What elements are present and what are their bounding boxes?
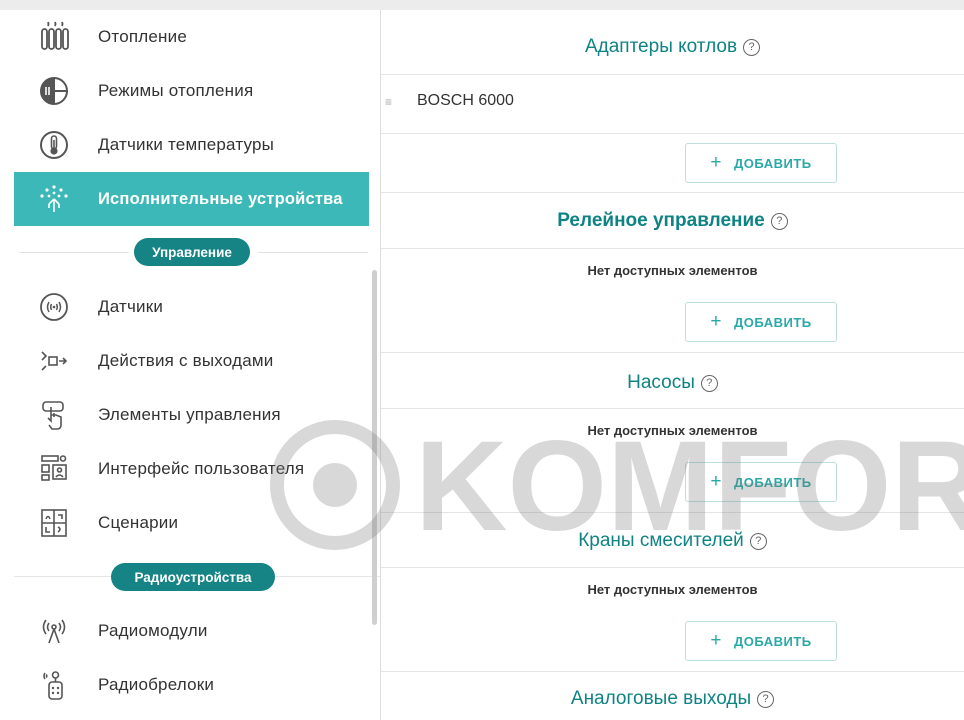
divider [381,408,964,409]
section-control: Управление [14,238,369,268]
sidebar-item-label: Радиомодули [98,621,208,640]
section-title-mixer-valves: Краны смесителей? [381,530,964,552]
divider [381,192,964,193]
sidebar-item-label: Элементы управления [98,405,281,424]
sidebar: Отопление Режимы отопления Датчики темпе… [14,10,381,720]
divider [381,133,964,134]
section-title-text: Аналоговые выходы [570,688,752,709]
sidebar-item-output-actions[interactable]: Действия с выходами [14,334,369,388]
section-line [258,252,368,253]
sidebar-item-label: Датчики температуры [98,135,275,154]
sidebar-scrollbar[interactable] [372,270,377,625]
scenarios-icon [31,500,77,546]
sidebar-item-scenarios[interactable]: Сценарии [14,496,369,550]
sidebar-item-label: Радиобрелоки [98,675,215,694]
plus-icon: + [710,471,722,492]
add-button-mixer-valves[interactable]: + ДОБАВИТЬ [685,621,837,661]
sidebar-item-label: Исполнительные устройства [98,189,343,208]
help-icon[interactable]: ? [743,39,761,56]
add-button-pumps[interactable]: + ДОБАВИТЬ [685,462,837,502]
plus-icon: + [710,152,722,173]
sidebar-item-label: Действия с выходами [98,351,274,370]
sidebar-item-user-interface[interactable]: Интерфейс пользователя [14,442,369,496]
empty-state-text: Нет доступных элементов [587,423,758,438]
add-button-boiler-adapters[interactable]: + ДОБАВИТЬ [685,143,837,183]
divider [381,567,964,568]
sidebar-item-radio-modules[interactable]: Радиомодули [14,604,369,658]
section-title-text: Насосы [627,372,695,393]
actuator-icon [31,176,77,222]
user-interface-icon [31,446,77,492]
section-title-text: Краны смесителей [578,530,744,551]
key-fob-icon [31,662,77,708]
thermometer-icon [31,122,77,168]
list-item[interactable]: ≡ BOSCH 6000 [381,76,964,126]
sidebar-item-label: Интерфейс пользователя [98,459,305,478]
sidebar-item-label: Режимы отопления [98,81,254,100]
help-icon[interactable]: ? [749,533,767,550]
boiler-adapter-name: BOSCH 6000 [417,92,514,109]
heating-modes-icon [31,68,77,114]
section-radio: Радиоустройства [14,563,369,593]
divider [381,352,964,353]
divider [381,671,964,672]
sidebar-item-label: Отопление [98,27,187,46]
plus-icon: + [710,630,722,651]
divider [381,512,964,513]
help-icon[interactable]: ? [700,375,718,392]
section-pill-control: Управление [134,238,250,266]
drag-handle-icon[interactable]: ≡ [385,95,392,109]
sidebar-item-heating[interactable]: Отопление [14,10,369,64]
section-title-text: Адаптеры котлов [584,36,738,57]
section-title-relay-control: Релейное управление? [381,210,964,232]
section-title-pumps: Насосы? [381,372,964,394]
touch-control-icon [31,392,77,438]
section-title-boiler-adapters: Адаптеры котлов? [381,36,964,58]
sidebar-item-actuators[interactable]: Исполнительные устройства [14,172,369,226]
radio-module-icon [31,608,77,654]
sidebar-item-label: Сценарии [98,513,179,532]
add-button-label: ДОБАВИТЬ [733,314,812,330]
divider [381,248,964,249]
section-title-analog-outputs: Аналоговые выходы? [381,688,964,710]
sidebar-item-temperature-sensors[interactable]: Датчики температуры [14,118,369,172]
radiator-icon [31,14,77,60]
empty-state-text: Нет доступных элементов [587,263,758,278]
section-title-text: Релейное управление [557,210,765,231]
help-icon[interactable]: ? [757,691,775,708]
empty-state-text: Нет доступных элементов [587,582,758,597]
add-button-label: ДОБАВИТЬ [733,474,812,490]
section-line [19,252,129,253]
sidebar-item-heating-modes[interactable]: Режимы отопления [14,64,369,118]
sidebar-item-key-fobs[interactable]: Радиобрелоки [14,658,369,712]
divider [381,74,964,75]
add-button-label: ДОБАВИТЬ [733,633,812,649]
section-pill-radio: Радиоустройства [111,563,275,591]
sidebar-item-sensors[interactable]: Датчики [14,280,369,334]
sidebar-item-control-elements[interactable]: Элементы управления [14,388,369,442]
main-panel: Адаптеры котлов? ≡ BOSCH 6000 + ДОБАВИТЬ … [381,10,964,720]
add-button-label: ДОБАВИТЬ [733,155,812,171]
sensor-icon [31,284,77,330]
add-button-relay-control[interactable]: + ДОБАВИТЬ [685,302,837,342]
outputs-icon [31,338,77,384]
help-icon[interactable]: ? [770,213,788,230]
sidebar-item-label: Датчики [98,297,164,316]
plus-icon: + [710,311,722,332]
top-strip [0,0,964,10]
